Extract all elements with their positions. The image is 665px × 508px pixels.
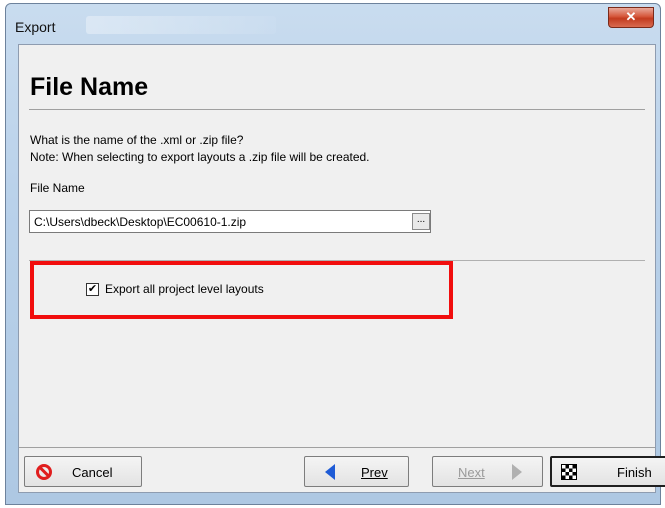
cancel-button[interactable]: Cancel bbox=[24, 456, 142, 487]
cancel-button-label: Cancel bbox=[72, 465, 113, 480]
file-name-label: File Name bbox=[30, 181, 85, 195]
title-bar: Export ✕ bbox=[6, 4, 660, 40]
next-button-label: Next bbox=[458, 465, 485, 480]
window-title: Export bbox=[15, 19, 56, 35]
prev-button-label: Prev bbox=[361, 465, 388, 480]
dialog-client-area: File Name What is the name of the .xml o… bbox=[18, 44, 665, 493]
next-button[interactable]: Next bbox=[432, 456, 543, 487]
file-name-input[interactable] bbox=[29, 210, 431, 233]
arrow-right-icon bbox=[512, 464, 522, 480]
close-button[interactable]: ✕ bbox=[608, 7, 654, 28]
wizard-page: File Name What is the name of the .xml o… bbox=[25, 47, 649, 445]
close-icon: ✕ bbox=[625, 9, 637, 24]
description-line-2: Note: When selecting to export layouts a… bbox=[30, 150, 370, 164]
footer-divider bbox=[19, 447, 655, 448]
export-layouts-checkbox[interactable]: ✔ bbox=[86, 283, 99, 296]
heading-divider bbox=[29, 109, 645, 110]
prev-button[interactable]: Prev bbox=[304, 456, 409, 487]
export-dialog: Export ✕ File Name What is the name of t… bbox=[5, 3, 665, 505]
cancel-icon bbox=[36, 464, 52, 480]
finish-button[interactable]: Finish bbox=[550, 456, 665, 487]
export-layouts-label[interactable]: Export all project level layouts bbox=[105, 282, 264, 296]
finish-button-label: Finish bbox=[617, 465, 652, 480]
page-title: File Name bbox=[30, 73, 149, 101]
title-bar-glass bbox=[86, 16, 276, 34]
page-description: What is the name of the .xml or .zip fil… bbox=[30, 132, 370, 166]
checkered-flag-icon bbox=[561, 464, 577, 480]
arrow-left-icon bbox=[325, 464, 335, 480]
description-line-1: What is the name of the .xml or .zip fil… bbox=[30, 133, 244, 147]
browse-button[interactable]: ... bbox=[412, 213, 430, 230]
